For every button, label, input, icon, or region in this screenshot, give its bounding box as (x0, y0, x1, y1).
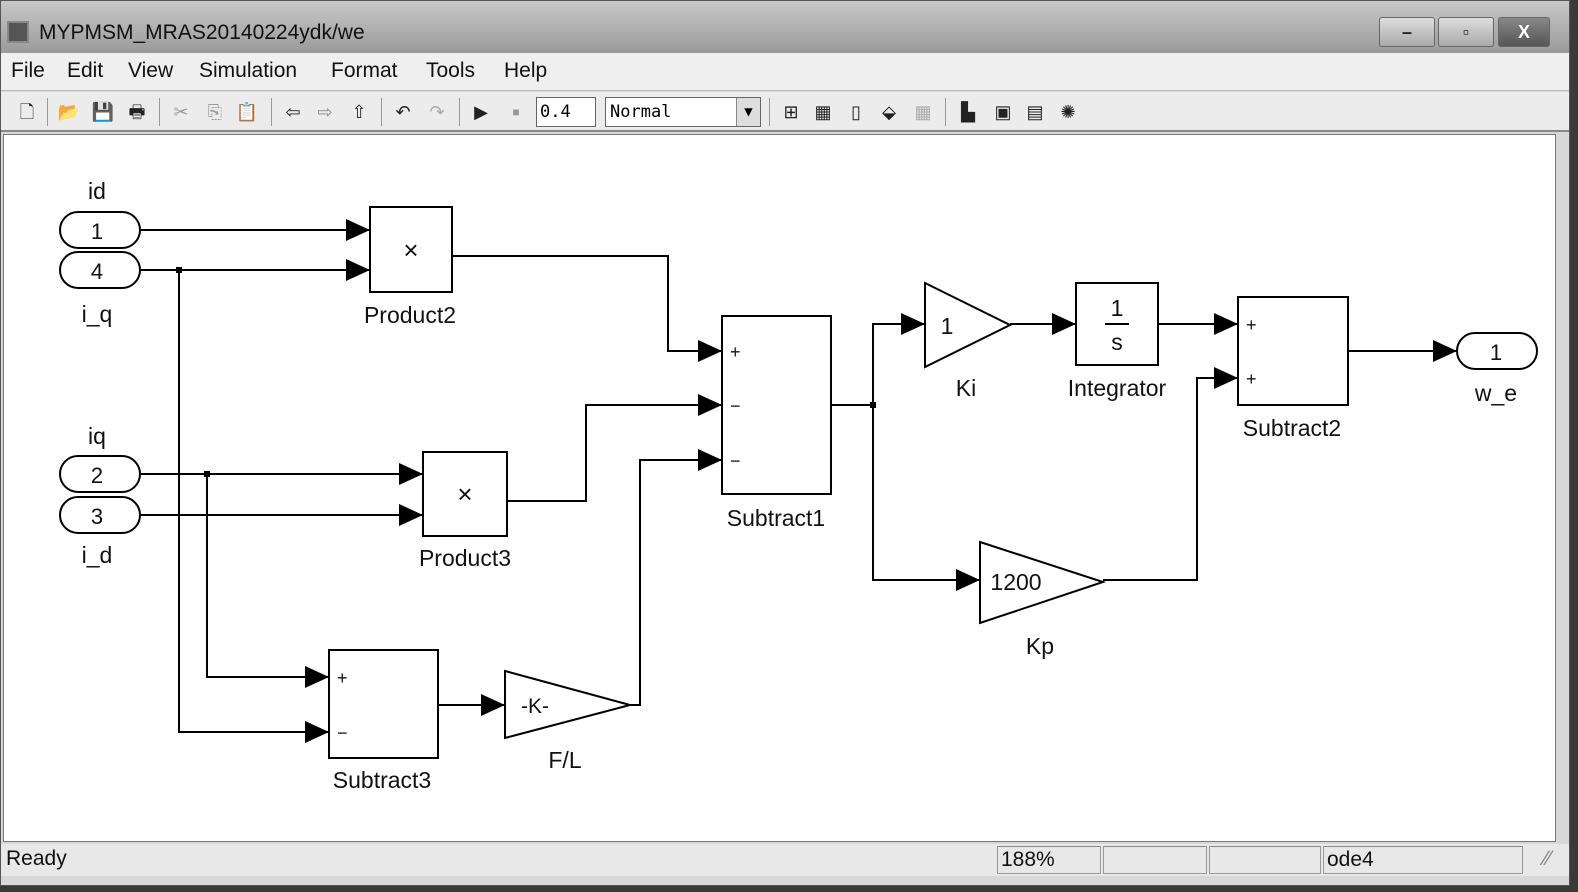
block-label: Subtract3 (333, 767, 431, 793)
multiply-icon: × (457, 479, 472, 509)
arrowhead-icon (1214, 313, 1238, 335)
block-diagram: .blk{fill:#fff;stroke:#000;stroke-width:… (59, 178, 1538, 793)
subtract1-block[interactable]: + − − (721, 315, 832, 495)
block-label: F/L (548, 747, 581, 773)
block-label: Integrator (1068, 375, 1167, 401)
inport-label: i_d (82, 542, 113, 568)
inport-label: iq (88, 423, 106, 449)
arrowhead-icon (1052, 313, 1076, 335)
signal-line[interactable] (630, 459, 722, 706)
port-number: 4 (91, 259, 103, 284)
integrator-block[interactable]: 1 s (1075, 282, 1159, 366)
arrowhead-icon (481, 694, 505, 716)
fl-gain-block[interactable]: -K- (504, 669, 634, 740)
gain-value: 1 (941, 313, 954, 339)
arrowhead-icon (346, 259, 370, 281)
signal-line[interactable] (1103, 377, 1238, 581)
block-label: Product2 (364, 302, 456, 328)
arrowhead-icon (698, 340, 722, 362)
port-number: 3 (91, 504, 103, 529)
arrowhead-icon (1433, 340, 1457, 362)
signal-line[interactable] (452, 255, 722, 352)
arrowhead-icon (1214, 367, 1238, 389)
arrowhead-icon (305, 666, 329, 688)
block-label: Product3 (419, 545, 511, 571)
branch-point (204, 471, 210, 477)
arrowhead-icon (956, 569, 980, 591)
inport-i_q[interactable]: 4 (59, 251, 141, 289)
port-sign: + (1246, 369, 1257, 389)
port-sign: − (730, 396, 741, 416)
port-sign: + (337, 668, 348, 688)
product2-block[interactable]: × (369, 206, 453, 293)
subtract2-block[interactable]: + + (1237, 296, 1349, 406)
block-label: Ki (956, 375, 976, 401)
signal-line[interactable] (872, 405, 980, 581)
arrowhead-icon (698, 449, 722, 471)
port-number: 1 (1490, 340, 1502, 365)
port-sign: + (730, 342, 741, 362)
arrowhead-icon (399, 504, 423, 526)
port-number: 2 (91, 463, 103, 488)
arrowhead-icon (346, 219, 370, 241)
outport-w_e[interactable]: 1 (1456, 332, 1538, 370)
inport-label: id (88, 178, 106, 204)
arrowhead-icon (305, 721, 329, 743)
arrowhead-icon (901, 313, 925, 335)
integrator-denominator: s (1111, 329, 1123, 355)
block-label: Subtract1 (727, 505, 825, 531)
inport-label: i_q (82, 301, 113, 327)
inport-iq[interactable]: 2 (59, 455, 141, 493)
branch-point (870, 402, 876, 408)
multiply-icon: × (403, 235, 418, 265)
port-sign: + (1246, 315, 1257, 335)
block-label: Kp (1026, 633, 1054, 659)
gain-value: -K- (521, 695, 549, 718)
block-label: Subtract2 (1243, 415, 1341, 441)
subtract3-block[interactable]: + − (328, 649, 439, 759)
signal-line[interactable] (206, 474, 329, 678)
signal-line[interactable] (507, 404, 722, 502)
product3-block[interactable]: × (422, 451, 508, 537)
port-number: 1 (91, 219, 103, 244)
arrowhead-icon (399, 463, 423, 485)
gain-value: 1200 (990, 569, 1041, 595)
branch-point (176, 267, 182, 273)
kp-gain-block[interactable]: 1200 (979, 540, 1107, 625)
arrowhead-icon (698, 394, 722, 416)
inport-id[interactable]: 1 (59, 211, 141, 249)
ki-gain-block[interactable]: 1 (924, 281, 1013, 369)
integrator-numerator: 1 (1111, 295, 1124, 321)
port-sign: − (730, 451, 741, 471)
port-sign: − (337, 723, 348, 743)
signal-line[interactable] (872, 323, 925, 405)
signal-line[interactable] (178, 270, 329, 733)
inport-i_d[interactable]: 3 (59, 496, 141, 534)
outport-label: w_e (1474, 380, 1517, 406)
